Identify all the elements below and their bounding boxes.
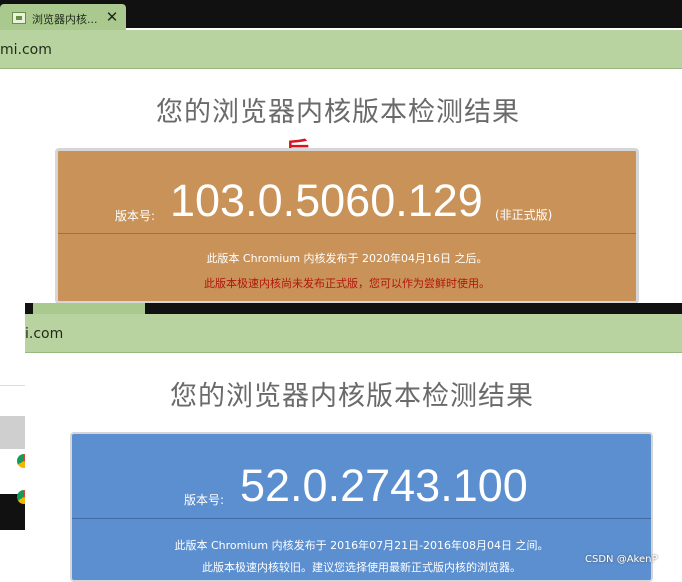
tab-title: 浏览器内核... (32, 13, 98, 26)
page-favicon-icon (12, 12, 26, 24)
card-divider (58, 233, 636, 234)
upgrade-advice: 此版本极速内核较旧。建议您选择使用最新正式版内核的浏览器。 (202, 561, 521, 574)
watermark: CSDN @AkenP (585, 554, 658, 565)
release-date-note: 此版本 Chromium 内核发布于 2016年07月21日-2016年08月0… (174, 539, 549, 552)
divider (0, 385, 25, 386)
page-title: 您的浏览器内核版本检测结果 (170, 381, 534, 412)
background-panel (0, 416, 25, 449)
address-bar[interactable]: mi.com (0, 30, 682, 69)
version-label: 版本号: (115, 209, 156, 223)
prerelease-warning: 此版本极速内核尚未发布正式版，您可以作为尝鲜时使用。 (204, 277, 490, 290)
page-title: 您的浏览器内核版本检测结果 (156, 97, 520, 128)
version-result-card: 版本号: 52.0.2743.100 此版本 Chromium 内核发布于 20… (70, 432, 653, 582)
address-bar[interactable]: i.com (25, 314, 682, 353)
version-result-card: 版本号: 103.0.5060.129 (非正式版) 此版本 Chromium … (55, 148, 639, 304)
version-number: 52.0.2743.100 (240, 460, 528, 511)
close-tab-icon[interactable]: ✕ (104, 8, 120, 26)
url-text[interactable]: i.com (25, 326, 63, 342)
browser-tab[interactable]: 浏览器内核... ✕ (0, 4, 126, 30)
browser-tab[interactable] (33, 303, 145, 314)
url-text[interactable]: mi.com (0, 42, 52, 58)
version-status: (非正式版) (495, 208, 553, 222)
version-number: 103.0.5060.129 (170, 175, 483, 226)
version-label: 版本号: (184, 493, 225, 507)
card-divider (72, 518, 651, 519)
release-date-note: 此版本 Chromium 内核发布于 2020年04月16日 之后。 (206, 252, 488, 265)
